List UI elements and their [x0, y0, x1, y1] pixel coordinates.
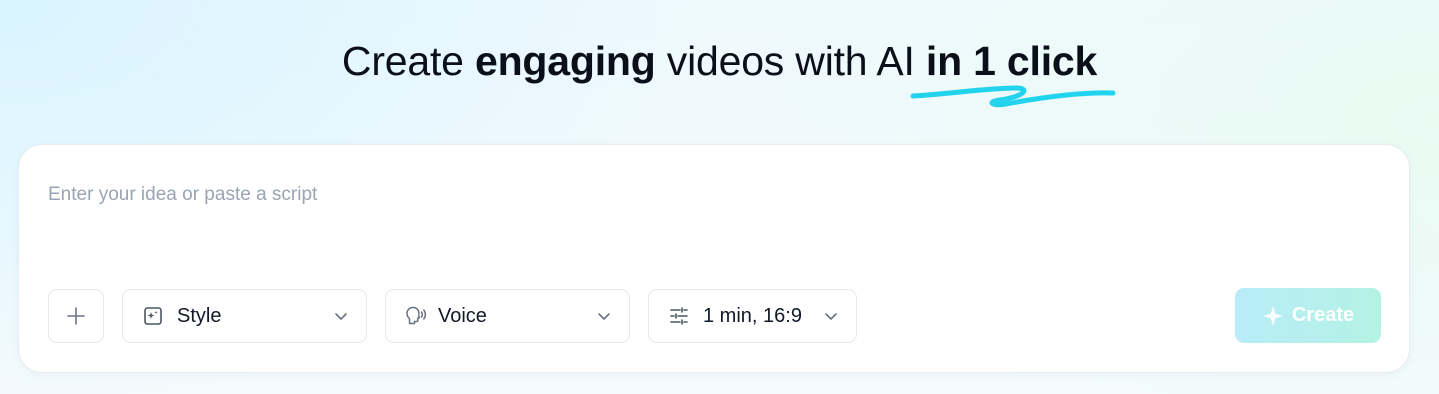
sparkle-frame-icon	[142, 305, 164, 327]
chevron-down-icon	[822, 307, 840, 325]
voice-dropdown[interactable]: Voice	[385, 289, 630, 343]
headline-text-1: Create	[341, 38, 475, 84]
headline-text-2: videos with AI	[655, 38, 926, 84]
headline-accent: in 1 click	[910, 38, 1116, 107]
duration-label: 1 min, 16:9	[703, 304, 802, 327]
squiggle-underline-icon	[910, 85, 1116, 107]
style-dropdown[interactable]: Style	[122, 289, 367, 343]
page-headline: Create engaging videos with AI in 1 clic…	[0, 38, 1439, 107]
headline-accent-text: in 1 click	[925, 38, 1098, 84]
speaking-head-icon	[405, 305, 427, 327]
prompt-card: Style Voice 1 min,	[18, 144, 1410, 373]
headline-emphasis: engaging	[474, 38, 656, 84]
voice-label: Voice	[438, 304, 487, 327]
create-label: Create	[1291, 304, 1355, 326]
create-button[interactable]: Create	[1235, 288, 1381, 343]
sparkle-icon	[1262, 305, 1283, 326]
sliders-icon	[668, 305, 690, 327]
chevron-down-icon	[595, 307, 613, 325]
add-button[interactable]	[48, 289, 104, 343]
style-label: Style	[177, 304, 222, 327]
prompt-input[interactable]	[48, 175, 1368, 215]
plus-icon	[67, 307, 85, 325]
chevron-down-icon	[332, 307, 350, 325]
duration-dropdown[interactable]: 1 min, 16:9	[648, 289, 857, 343]
